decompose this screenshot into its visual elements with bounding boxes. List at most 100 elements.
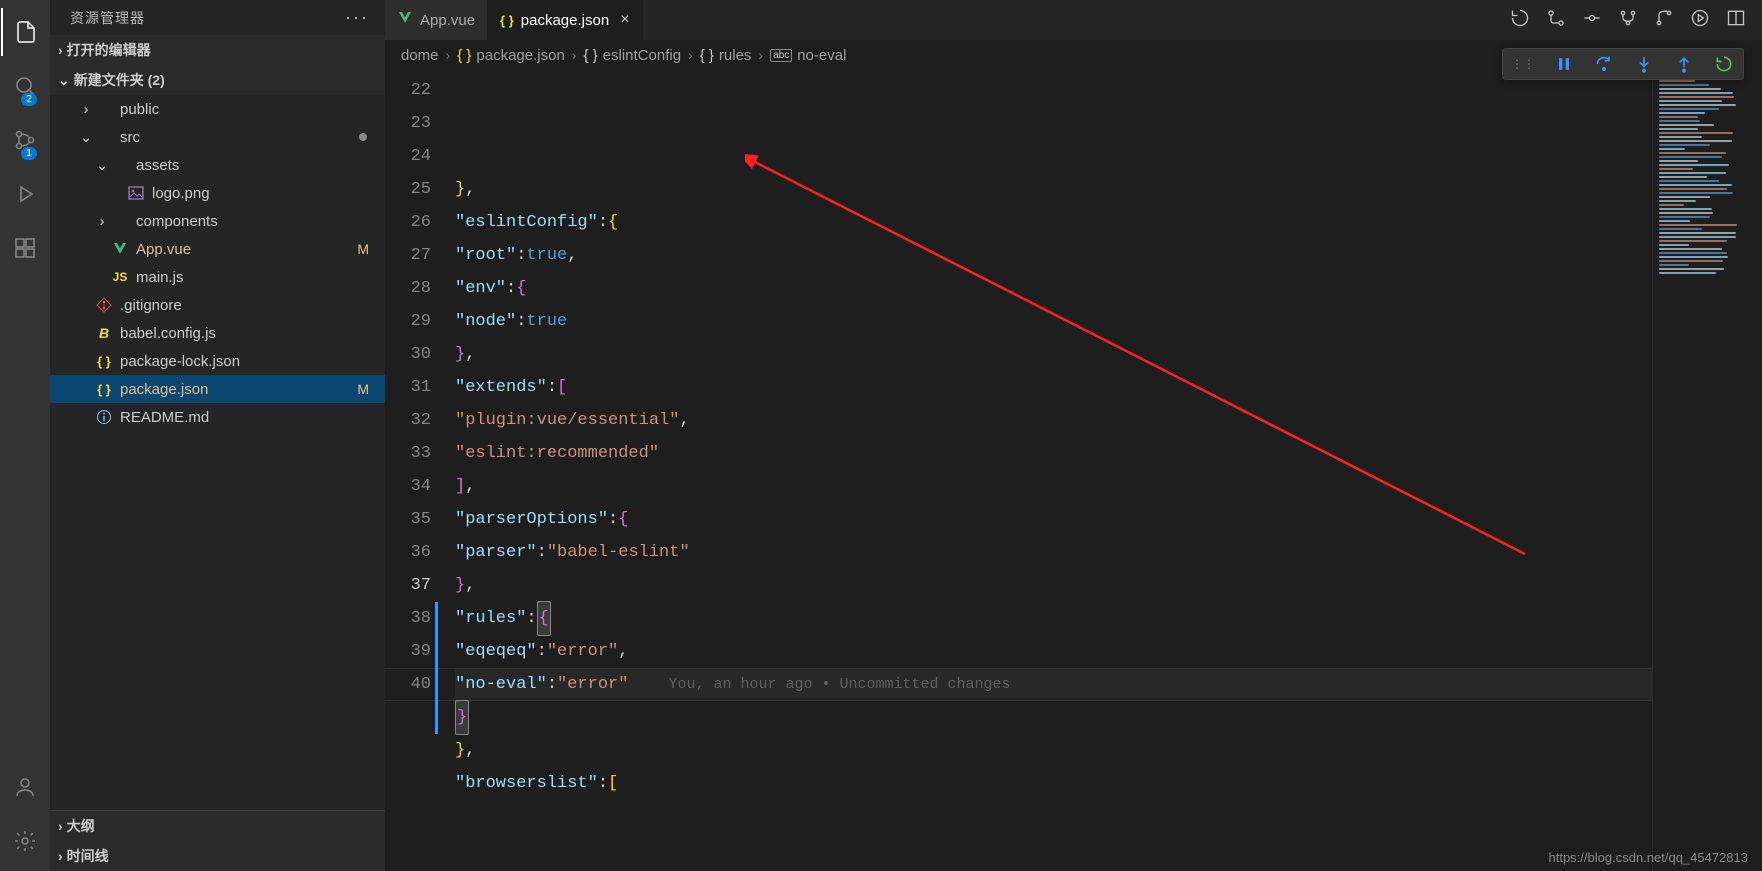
line-number: 27 xyxy=(385,239,431,272)
folder-item[interactable]: ›components xyxy=(50,207,385,235)
sidebar: 资源管理器 ··· › 打开的编辑器 ⌄ 新建文件夹 (2) ›public⌄s… xyxy=(50,0,385,871)
split-editor-icon[interactable] xyxy=(1726,8,1746,33)
pause-button[interactable] xyxy=(1553,53,1575,75)
go-back-icon[interactable] xyxy=(1510,8,1530,33)
code-line[interactable]: "plugin:vue/essential", xyxy=(455,404,1652,437)
minimap-line xyxy=(1659,196,1710,198)
code-line[interactable]: ], xyxy=(455,470,1652,503)
tabbar-actions xyxy=(1510,0,1762,40)
code-line[interactable]: "parser": "babel-eslint" xyxy=(455,536,1652,569)
explorer-icon[interactable] xyxy=(1,8,49,56)
file-item[interactable]: JSmain.js xyxy=(50,263,385,291)
breadcrumb-segment[interactable]: { }package.json xyxy=(457,47,565,64)
folder-item[interactable]: ⌄src xyxy=(50,123,385,151)
file-item[interactable]: { }package.jsonM xyxy=(50,375,385,403)
minimap-line xyxy=(1659,184,1732,186)
file-item[interactable]: { }package-lock.json xyxy=(50,347,385,375)
code-line[interactable]: "extends": [ xyxy=(455,371,1652,404)
editor-tab[interactable]: App.vue xyxy=(385,0,488,40)
code-line[interactable]: "rules": { xyxy=(455,602,1652,635)
branch-icon[interactable] xyxy=(1618,8,1638,33)
minimap-line xyxy=(1659,212,1713,214)
commit-node-icon[interactable] xyxy=(1582,8,1602,33)
vue-icon xyxy=(397,10,413,30)
breadcrumb-segment[interactable]: { }rules xyxy=(700,47,752,64)
restart-button[interactable] xyxy=(1713,53,1735,75)
run-debug-icon[interactable] xyxy=(1,170,49,218)
minimap-line xyxy=(1659,268,1724,270)
minimap-line xyxy=(1659,156,1722,158)
code-line[interactable]: }, xyxy=(455,173,1652,206)
line-number: 36 xyxy=(385,536,431,569)
line-number: 22 xyxy=(385,74,431,107)
minimap-line xyxy=(1659,216,1710,218)
tree-item-label: components xyxy=(136,213,218,230)
line-number: 29 xyxy=(385,305,431,338)
more-icon[interactable]: ··· xyxy=(345,7,369,28)
step-into-button[interactable] xyxy=(1633,53,1655,75)
editor-tab[interactable]: { }package.json× xyxy=(488,0,642,40)
sidebar-header: 资源管理器 ··· xyxy=(50,0,385,35)
folder-item[interactable]: ⌄assets xyxy=(50,151,385,179)
code-line[interactable]: "eqeqeq":"error", xyxy=(455,635,1652,668)
code-line[interactable]: "node": true xyxy=(455,305,1652,338)
code-line[interactable]: } xyxy=(455,701,1652,734)
breadcrumb-segment[interactable]: dome xyxy=(401,47,439,64)
minimap-line xyxy=(1659,96,1734,98)
code-line[interactable]: "parserOptions": { xyxy=(455,503,1652,536)
code-line[interactable]: "eslint:recommended" xyxy=(455,437,1652,470)
compare-icon[interactable] xyxy=(1546,8,1566,33)
search-icon[interactable]: 2 xyxy=(1,62,49,110)
file-item[interactable]: App.vueM xyxy=(50,235,385,263)
code-line[interactable]: }, xyxy=(455,569,1652,602)
step-out-button[interactable] xyxy=(1673,53,1695,75)
source-control-icon[interactable]: 1 xyxy=(1,116,49,164)
code-line[interactable]: }, xyxy=(455,734,1652,767)
tab-bar: App.vue{ }package.json× xyxy=(385,0,1762,40)
section-folder-root[interactable]: ⌄ 新建文件夹 (2) xyxy=(50,65,385,95)
json-icon: { } xyxy=(94,382,114,397)
code-editor[interactable]: 22232425262728293031323334353637383940 }… xyxy=(385,70,1762,871)
extensions-icon[interactable] xyxy=(1,224,49,272)
code-line[interactable]: "browserslist": [ xyxy=(455,767,1652,800)
minimap-line xyxy=(1659,120,1700,122)
drag-grip-icon[interactable]: ⋮⋮ xyxy=(1511,57,1535,71)
file-item[interactable]: .gitignore xyxy=(50,291,385,319)
line-number: 28 xyxy=(385,272,431,305)
close-icon[interactable]: × xyxy=(620,11,629,29)
code-line[interactable]: }, xyxy=(455,338,1652,371)
tab-label: package.json xyxy=(521,12,609,29)
sidebar-title: 资源管理器 xyxy=(70,8,145,28)
activity-bar: 2 1 xyxy=(0,0,50,871)
minimap[interactable] xyxy=(1652,70,1762,871)
minimap-line xyxy=(1659,136,1702,138)
file-item[interactable]: Bbabel.config.js xyxy=(50,319,385,347)
folder-item[interactable]: ›public xyxy=(50,95,385,123)
code-content[interactable]: }, "eslintConfig": { "root": true, "env"… xyxy=(455,70,1652,871)
minimap-line xyxy=(1659,132,1733,134)
file-item[interactable]: README.md xyxy=(50,403,385,431)
breadcrumb-segment[interactable]: abcno-eval xyxy=(770,47,846,64)
step-over-button[interactable] xyxy=(1593,53,1615,75)
run-icon[interactable] xyxy=(1690,8,1710,33)
section-opened-editors[interactable]: › 打开的编辑器 xyxy=(50,35,385,65)
file-item[interactable]: logo.png xyxy=(50,179,385,207)
account-icon[interactable] xyxy=(1,763,49,811)
code-line[interactable]: "env": { xyxy=(455,272,1652,305)
merge-icon[interactable] xyxy=(1654,8,1674,33)
section-outline[interactable]: › 大纲 xyxy=(50,811,385,841)
breadcrumb-segment[interactable]: { }eslintConfig xyxy=(583,47,681,64)
chevron-right-icon: › xyxy=(688,47,693,63)
settings-gear-icon[interactable] xyxy=(1,817,49,865)
breadcrumb-icon: { } xyxy=(700,47,714,64)
breadcrumb-label: no-eval xyxy=(797,47,846,64)
breadcrumb-label: package.json xyxy=(476,47,564,64)
debug-toolbar[interactable]: ⋮⋮ xyxy=(1502,48,1744,80)
section-timeline[interactable]: › 时间线 xyxy=(50,841,385,871)
minimap-line xyxy=(1659,124,1714,126)
code-line[interactable]: "eslintConfig": { xyxy=(455,206,1652,239)
chevron-down-icon: ⌄ xyxy=(58,72,70,89)
code-line[interactable]: "no-eval":"error"You, an hour ago • Unco… xyxy=(455,668,1652,701)
chevron-icon: ⌄ xyxy=(94,156,110,174)
code-line[interactable]: "root": true, xyxy=(455,239,1652,272)
